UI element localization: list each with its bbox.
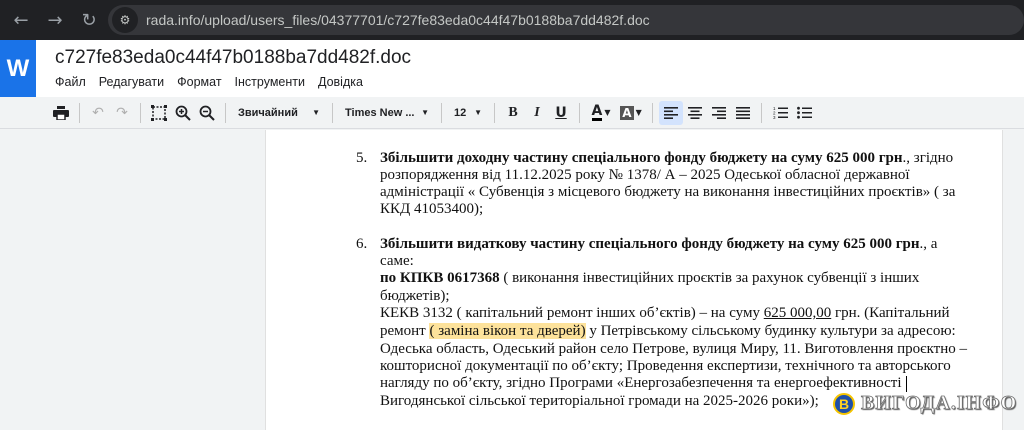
toolbar-divider <box>579 102 580 123</box>
menu-format[interactable]: Формат <box>177 75 221 89</box>
highlight-color-button[interactable]: A ▼ <box>616 101 646 125</box>
browser-toolbar: ← → ↻ ⚙ rada.info/upload/users_files/043… <box>0 0 1024 40</box>
chevron-down-icon: ▼ <box>604 108 611 117</box>
paragraph-line[interactable]: по КПКВ 0617368 ( виконання інвестиційни… <box>380 270 919 287</box>
paragraph-line[interactable]: нагляду по об’єкту, згідно Програми «Ене… <box>380 375 907 392</box>
paragraph-line[interactable]: адміністрації « Субвенція з місцевого бю… <box>380 184 955 201</box>
style-select[interactable]: Звичайний ▼ <box>232 101 326 125</box>
address-bar[interactable]: ⚙ rada.info/upload/users_files/04377701/… <box>108 5 1024 35</box>
undo-icon[interactable]: ↶ <box>86 101 110 125</box>
url-text[interactable]: rada.info/upload/users_files/04377701/c7… <box>146 12 650 28</box>
toolbar-divider <box>332 102 333 123</box>
chevron-down-icon: ▼ <box>474 108 482 117</box>
paragraph-line[interactable]: Збільшити доходну частину спеціального ф… <box>380 150 953 167</box>
back-arrow-icon[interactable]: ← <box>4 3 38 37</box>
italic-button[interactable]: I <box>525 101 549 125</box>
toolbar-divider <box>79 102 80 123</box>
menu-tools[interactable]: Інструменти <box>235 75 305 89</box>
svg-text:3: 3 <box>773 115 776 119</box>
bold-text: Збільшити доходну частину спеціального ф… <box>380 150 903 166</box>
font-select[interactable]: Times New ... ▼ <box>339 101 435 125</box>
toolbar-divider <box>761 102 762 123</box>
menu-help[interactable]: Довідка <box>318 75 363 89</box>
paragraph-line[interactable]: ремонт ( заміна вікон та дверей) у Петрі… <box>380 323 956 340</box>
print-icon[interactable] <box>49 101 73 125</box>
highlighted-text: ( заміна вікон та дверей) <box>429 323 586 339</box>
style-select-value: Звичайний <box>238 106 298 119</box>
chevron-down-icon: ▼ <box>635 108 642 117</box>
text-color-icon: A <box>591 103 603 121</box>
paragraph-line[interactable]: бюджетів); <box>380 288 450 305</box>
text-run: ремонт <box>380 323 430 339</box>
bulleted-list-icon[interactable] <box>792 101 816 125</box>
list-number: 6. <box>356 236 368 252</box>
app-header: W c727fe83eda0c44f47b0188ba7dd482f.doc Ф… <box>0 40 1024 97</box>
text-run: ( виконання інвестиційних проєктів за ра… <box>499 270 920 286</box>
paragraph-line[interactable]: розпорядження від 11.12.2025 року № 1378… <box>380 167 910 184</box>
site-info-icon[interactable]: ⚙ <box>112 7 138 33</box>
zoom-in-icon[interactable] <box>171 101 195 125</box>
formatting-toolbar: ↶ ↷ Звичайний ▼ Times New ... ▼ 12 ▼ B I U … <box>0 97 1024 129</box>
text-run: нагляду по об’єкту, згідно Програми «Ене… <box>380 375 902 391</box>
bold-button[interactable]: B <box>501 101 525 125</box>
bold-text: Збільшити видаткову частину спеціального… <box>380 236 920 252</box>
text-color-button[interactable]: A ▼ <box>586 101 616 125</box>
reload-icon[interactable]: ↻ <box>72 3 106 37</box>
font-size-value: 12 <box>454 106 467 119</box>
paragraph-line[interactable]: саме: <box>380 253 414 270</box>
menu-file[interactable]: Файл <box>55 75 86 89</box>
redo-icon[interactable]: ↷ <box>110 101 134 125</box>
paragraph-line[interactable]: КЕКВ 3132 ( капітальний ремонт інших об’… <box>380 305 950 322</box>
paragraph-line[interactable]: Вигодянської сільської територіальної гр… <box>380 393 819 410</box>
forward-arrow-icon[interactable]: → <box>38 3 72 37</box>
menu-bar: Файл Редагувати Формат Інструменти Довід… <box>55 75 376 89</box>
highlight-color-icon: A <box>620 105 634 120</box>
toolbar-divider <box>441 102 442 123</box>
toolbar-divider <box>494 102 495 123</box>
zoom-out-icon[interactable] <box>195 101 219 125</box>
document-title[interactable]: c727fe83eda0c44f47b0188ba7dd482f.doc <box>55 47 411 69</box>
chevron-down-icon: ▼ <box>312 108 320 117</box>
paragraph-line[interactable]: Збільшити видаткову частину спеціального… <box>380 236 937 253</box>
paragraph-line[interactable]: кошторисної документації по об’єкту; Про… <box>380 358 951 375</box>
text-run: ., згідно <box>902 150 954 166</box>
menu-edit[interactable]: Редагувати <box>99 75 164 89</box>
paragraph-line[interactable]: Одеська область, Одеський район село Пет… <box>380 341 967 358</box>
toolbar-divider <box>652 102 653 123</box>
select-all-icon[interactable] <box>147 101 171 125</box>
underline-button[interactable]: U <box>549 101 573 125</box>
numbered-list-icon[interactable]: 123 <box>768 101 792 125</box>
bold-text: по КПКВ 0617368 <box>380 270 500 286</box>
paragraph-line[interactable]: ККД 41053400); <box>380 201 483 218</box>
word-logo: W <box>0 40 36 97</box>
text-run: КЕКВ 3132 ( капітальний ремонт інших об’… <box>380 305 764 321</box>
align-justify-icon[interactable] <box>731 101 755 125</box>
watermark-logo: В <box>833 392 855 415</box>
font-size-select[interactable]: 12 ▼ <box>448 101 488 125</box>
site-watermark: В ВИГОДА.ІНФО <box>833 392 1017 415</box>
toolbar-divider <box>140 102 141 123</box>
chevron-down-icon: ▼ <box>421 108 429 117</box>
underlined-amount: 625 000,00 <box>763 305 832 321</box>
font-select-value: Times New ... <box>345 106 415 119</box>
align-left-icon[interactable] <box>659 100 683 125</box>
text-run: ., а <box>919 236 938 252</box>
text-cursor <box>905 375 907 392</box>
align-right-icon[interactable] <box>707 101 731 125</box>
toolbar-divider <box>225 102 226 123</box>
text-run: грн. (Капітальний <box>831 305 950 321</box>
watermark-text: ВИГОДА.ІНФО <box>861 392 1018 415</box>
list-number: 5. <box>356 150 368 166</box>
align-center-icon[interactable] <box>683 101 707 125</box>
text-run: у Петрівському сільському будинку культу… <box>585 323 956 339</box>
